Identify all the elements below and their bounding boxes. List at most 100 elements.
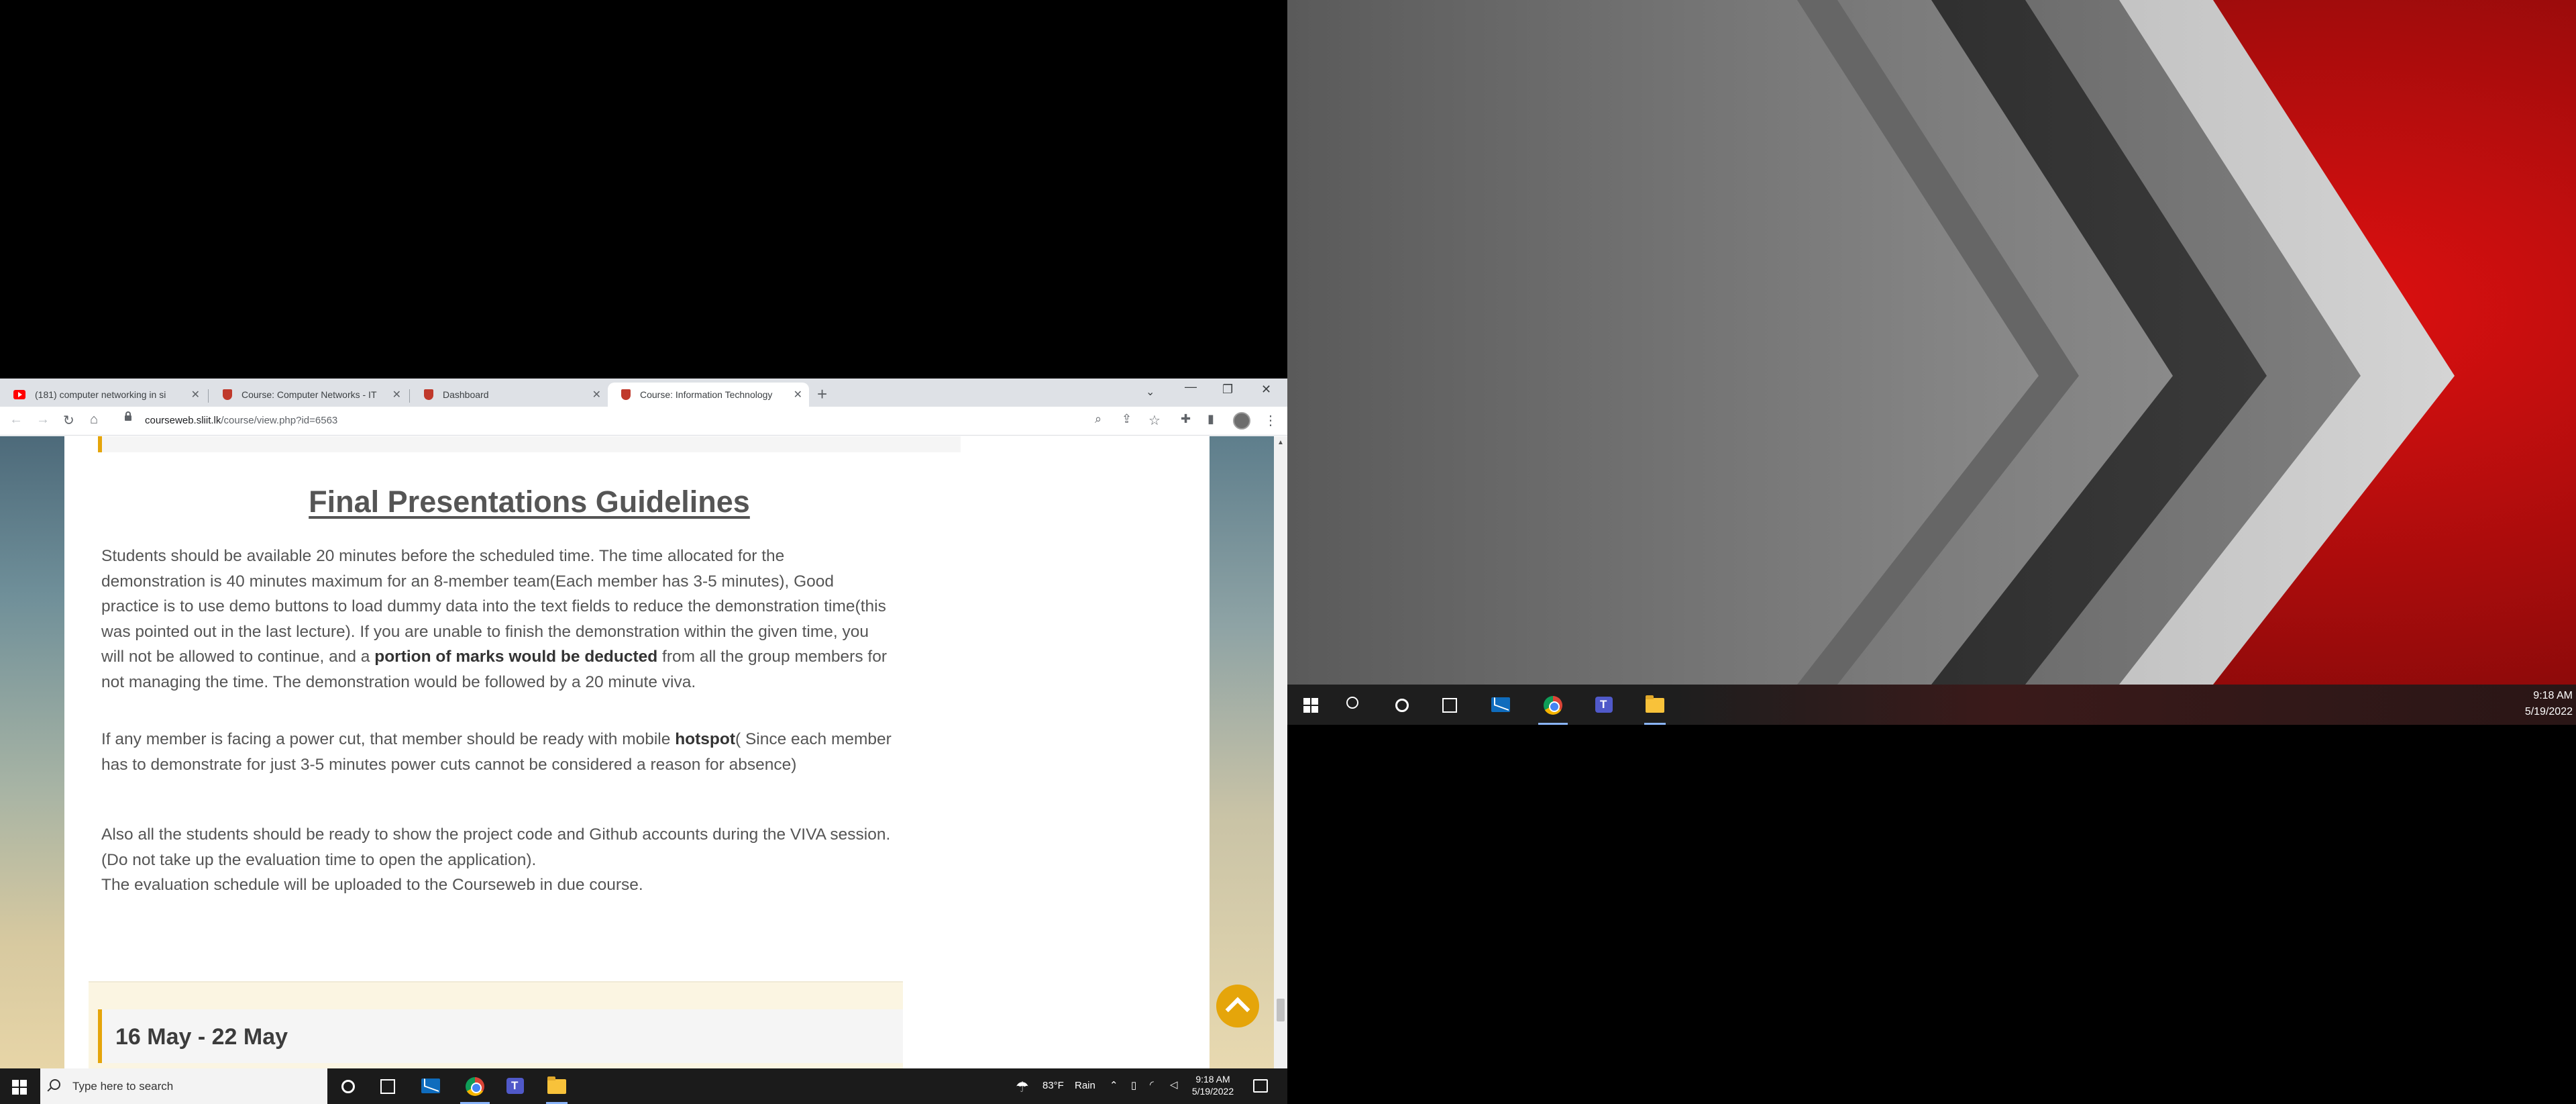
close-tab-icon[interactable]: ✕ [191, 388, 200, 401]
side-panel-icon[interactable]: ▮ [1208, 412, 1214, 426]
chrome-window: (181) computer networking in si ✕ Course… [0, 379, 1287, 1068]
right-monitor-blank-area [1287, 725, 2576, 1104]
clock-time: 9:18 AM [2533, 690, 2573, 701]
close-tab-icon[interactable]: ✕ [794, 388, 802, 401]
address-bar[interactable]: courseweb.sliit.lk/course/view.php?id=65… [119, 411, 1166, 431]
web-page: Final Presentations Guidelines Students … [0, 436, 1287, 1068]
wallpaper-chevrons [1287, 0, 2576, 685]
tab-title: Course: Computer Networks - IT [241, 389, 377, 400]
weather-icon[interactable]: ☂ [1016, 1078, 1029, 1104]
tab-title: Dashboard [443, 389, 489, 400]
tab-separator [409, 389, 410, 403]
folder-icon [547, 1076, 566, 1094]
screen: (181) computer networking in si ✕ Course… [0, 0, 2576, 1104]
guidelines-paragraph-1: Students should be available 20 minutes … [101, 547, 887, 691]
tab-title: (181) computer networking in si [35, 389, 166, 400]
youtube-icon [13, 390, 25, 399]
chevron-up-icon [1225, 997, 1250, 1022]
tab-strip: (181) computer networking in si ✕ Course… [0, 379, 1287, 407]
guidelines-paragraph-4: The evaluation schedule will be uploaded… [101, 876, 643, 894]
volume-icon[interactable]: ◁ [1170, 1078, 1178, 1104]
scroll-up-icon[interactable]: ▲ [1277, 439, 1284, 446]
sliit-icon [424, 389, 433, 400]
bookmark-star-icon[interactable]: ☆ [1148, 412, 1161, 429]
page-background-left [0, 436, 64, 1068]
chevron-up-icon[interactable]: ⌃ [1110, 1079, 1118, 1104]
wifi-icon[interactable]: ◜ [1150, 1078, 1154, 1104]
search-placeholder: Type here to search [72, 1080, 174, 1093]
page-background-right [1210, 436, 1274, 1068]
cortana-button[interactable] [1381, 687, 1421, 723]
guidelines-paragraph-3: Also all the students should be ready to… [101, 825, 891, 869]
close-tab-icon[interactable]: ✕ [592, 388, 601, 401]
chrome-button[interactable] [1533, 687, 1573, 725]
task-view-icon [380, 1079, 395, 1094]
reload-icon[interactable]: ↻ [63, 412, 74, 429]
scrollbar-thumb[interactable] [1277, 999, 1285, 1021]
weather-text[interactable]: Rain [1075, 1080, 1095, 1104]
task-view-icon [1442, 698, 1457, 713]
share-icon[interactable]: ⇪ [1122, 412, 1132, 426]
sliit-icon [223, 389, 232, 400]
page-title: Final Presentations Guidelines [309, 485, 750, 519]
weather-temp[interactable]: 83°F [1042, 1080, 1064, 1104]
teams-button[interactable] [1584, 687, 1624, 723]
task-view-button[interactable] [1430, 687, 1470, 723]
tab-search-icon[interactable]: ⌄ [1146, 385, 1155, 399]
browser-toolbar: ← → ↻ ⌂ courseweb.sliit.lk/course/view.p… [0, 407, 1287, 436]
restore-icon[interactable]: ❐ [1222, 383, 1233, 397]
teams-icon [1595, 697, 1613, 713]
cortana-button[interactable] [327, 1068, 368, 1104]
folder-icon [1646, 695, 1664, 713]
search-button[interactable] [1333, 687, 1373, 723]
notification-icon[interactable] [1253, 1079, 1268, 1093]
url-text: courseweb.sliit.lk/course/view.php?id=65… [145, 415, 338, 426]
tab-computer-networks[interactable]: Course: Computer Networks - IT ✕ [209, 383, 408, 407]
minimize-icon[interactable]: — [1185, 380, 1197, 394]
mail-icon [1491, 697, 1510, 712]
search-icon [1346, 697, 1358, 709]
home-icon[interactable]: ⌂ [90, 412, 98, 428]
tab-title: Course: Information Technology [640, 389, 773, 400]
extensions-icon[interactable]: ✚ [1181, 412, 1191, 426]
battery-icon[interactable]: ▯ [1131, 1079, 1136, 1104]
chrome-icon [466, 1077, 484, 1096]
taskbar-clock[interactable]: 9:18 AM 5/19/2022 [2506, 688, 2573, 720]
lock-icon [125, 411, 131, 421]
windows-start-icon[interactable] [12, 1080, 27, 1095]
back-icon[interactable]: ← [9, 412, 23, 428]
back-to-top-button[interactable] [1216, 985, 1259, 1027]
taskbar-search-box[interactable]: Type here to search [40, 1068, 327, 1104]
sliit-icon [621, 389, 631, 400]
zoom-icon[interactable]: ⌕ [1095, 412, 1102, 426]
clock-date: 5/19/2022 [2524, 706, 2573, 717]
clock-time: 9:18 AM [1195, 1074, 1230, 1085]
chrome-button[interactable] [455, 1068, 495, 1104]
windows-start-icon[interactable] [1303, 698, 1318, 713]
new-tab-button[interactable]: + [817, 384, 827, 405]
close-window-icon[interactable]: ✕ [1261, 383, 1271, 397]
forward-icon[interactable]: → [36, 412, 50, 428]
mail-button[interactable] [1481, 687, 1521, 723]
mail-button[interactable] [411, 1068, 451, 1104]
tab-information-technology[interactable]: Course: Information Technology ✕ [608, 383, 809, 407]
course-content: Final Presentations Guidelines Students … [64, 436, 1210, 1068]
task-view-button[interactable] [368, 1068, 408, 1104]
previous-section-header [98, 436, 961, 452]
profile-avatar[interactable] [1233, 412, 1250, 430]
search-icon [50, 1079, 60, 1090]
taskbar-clock[interactable]: 9:18 AM 5/19/2022 [1186, 1073, 1240, 1097]
teams-button[interactable] [495, 1068, 535, 1104]
mail-icon [421, 1078, 440, 1093]
cortana-icon [341, 1080, 355, 1093]
teams-icon [506, 1078, 524, 1094]
week-section: 16 May - 22 May [89, 981, 903, 1068]
file-explorer-button[interactable] [537, 1068, 577, 1104]
tab-youtube[interactable]: (181) computer networking in si ✕ [0, 383, 207, 407]
close-tab-icon[interactable]: ✕ [392, 388, 401, 401]
menu-icon[interactable]: ⋮ [1264, 412, 1277, 429]
tab-dashboard[interactable]: Dashboard ✕ [411, 383, 608, 407]
cortana-icon [1395, 699, 1409, 712]
page-scrollbar[interactable]: ▲ [1274, 436, 1287, 1068]
file-explorer-button[interactable] [1635, 687, 1675, 725]
